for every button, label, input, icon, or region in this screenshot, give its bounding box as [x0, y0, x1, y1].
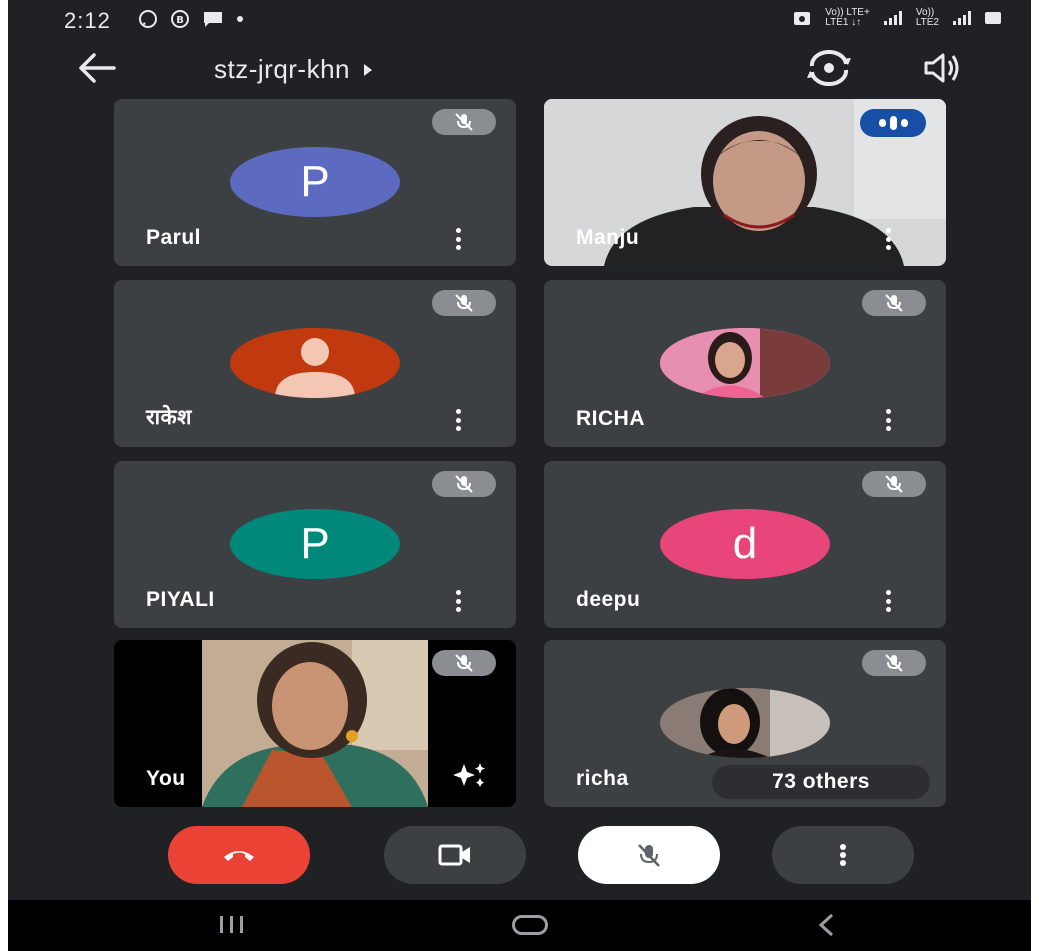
- mic-off-icon: [455, 294, 473, 312]
- participant-more-button[interactable]: [885, 590, 891, 612]
- mic-off-icon: [885, 294, 903, 312]
- microphone-toggle-button[interactable]: [578, 826, 720, 884]
- meeting-details-button[interactable]: stz-jrqr-khn: [214, 54, 373, 85]
- mic-off-icon: [455, 475, 473, 493]
- avatar: [230, 328, 400, 398]
- whatsapp-icon: [139, 10, 157, 28]
- participant-name: richa: [576, 767, 629, 790]
- participant-tile[interactable]: P Parul: [114, 99, 516, 266]
- self-video-tile[interactable]: You: [114, 640, 516, 807]
- mic-off-icon: [885, 475, 903, 493]
- avatar: P: [230, 147, 400, 217]
- more-options-button[interactable]: [772, 826, 914, 884]
- message-icon: [204, 12, 222, 27]
- profile-photo: [660, 328, 830, 398]
- meet-call-screen: 2:12 B Vo)) LTE+ LTE1 ↓↑ Vo)) LTE2 stz-j…: [8, 0, 1031, 951]
- status-system-icons: Vo)) LTE+ LTE1 ↓↑ Vo)) LTE2: [793, 8, 1001, 28]
- speaking-indicator: [860, 109, 926, 137]
- sim1-network-bottom: LTE1 ↓↑: [825, 17, 862, 28]
- end-call-button[interactable]: [168, 826, 310, 884]
- audio-output-button[interactable]: [922, 50, 962, 91]
- more-vert-icon: [840, 844, 846, 866]
- person-icon: [275, 338, 355, 398]
- mic-off-icon: [455, 113, 473, 131]
- system-navigation-bar: [8, 900, 1031, 951]
- self-video-image: [202, 640, 428, 807]
- self-video: [202, 640, 428, 807]
- participant-tile[interactable]: राकेश: [114, 280, 516, 447]
- arrow-left-icon: [79, 53, 116, 83]
- participant-more-button[interactable]: [455, 590, 461, 612]
- switch-camera-button[interactable]: [804, 50, 854, 91]
- participant-tile[interactable]: richa 73 others: [544, 640, 946, 807]
- avatar: d: [660, 509, 830, 579]
- sim2-network-label: Vo)) LTE2: [916, 8, 939, 28]
- caret-right-icon: [364, 63, 373, 76]
- avatar-initial: P: [300, 519, 330, 568]
- participant-name: PIYALI: [146, 588, 215, 611]
- status-notification-icons: B: [138, 9, 244, 29]
- participant-tile[interactable]: d deepu: [544, 461, 946, 628]
- visual-effects-button[interactable]: [452, 760, 488, 795]
- profile-photo-image: [660, 688, 830, 758]
- status-bar: 2:12 B Vo)) LTE+ LTE1 ↓↑ Vo)) LTE2: [8, 0, 1031, 40]
- participant-tile[interactable]: P PIYALI: [114, 461, 516, 628]
- participant-name: RICHA: [576, 407, 645, 430]
- switch-camera-icon: [807, 50, 851, 86]
- status-time: 2:12: [64, 8, 111, 33]
- participant-name: deepu: [576, 588, 641, 611]
- mic-off-icon: [638, 844, 660, 867]
- home-button[interactable]: [512, 915, 548, 935]
- image-notification-icon: [794, 12, 811, 25]
- mic-off-icon: [885, 654, 903, 672]
- sparkle-effects-icon: [453, 763, 485, 787]
- avatar-initial: d: [732, 519, 758, 568]
- avatar: P: [230, 509, 400, 579]
- participant-more-button[interactable]: [455, 228, 461, 250]
- speaker-icon: [924, 53, 959, 83]
- avatar-initial: P: [300, 157, 330, 206]
- b-app-icon: B: [171, 10, 189, 28]
- participant-name: You: [146, 767, 186, 790]
- sim1-signal-icon: [883, 11, 902, 25]
- dot-icon: [237, 16, 243, 22]
- muted-badge: [432, 650, 496, 676]
- muted-badge: [862, 290, 926, 316]
- camera-toggle-button[interactable]: [384, 826, 526, 884]
- muted-badge: [432, 471, 496, 497]
- profile-photo: [660, 688, 830, 758]
- participant-more-button[interactable]: [885, 228, 891, 250]
- system-back-button[interactable]: [816, 912, 836, 943]
- muted-badge: [862, 471, 926, 497]
- recent-apps-button[interactable]: [220, 916, 243, 933]
- others-count-button[interactable]: 73 others: [712, 765, 930, 799]
- chevron-left-icon: [818, 913, 834, 937]
- battery-icon: [985, 12, 1001, 24]
- sim1-network-label: Vo)) LTE+ LTE1 ↓↑: [825, 8, 870, 28]
- back-button[interactable]: [76, 50, 118, 91]
- participant-name: Parul: [146, 226, 202, 249]
- svg-text:B: B: [176, 15, 184, 26]
- participant-video-tile[interactable]: Manju: [544, 99, 946, 266]
- muted-badge: [862, 650, 926, 676]
- call-header: stz-jrqr-khn: [8, 44, 1031, 94]
- videocam-icon: [438, 844, 470, 866]
- muted-badge: [432, 109, 496, 135]
- muted-badge: [432, 290, 496, 316]
- meeting-code: stz-jrqr-khn: [214, 54, 351, 84]
- call-controls: [8, 826, 1031, 886]
- participant-name: Manju: [576, 226, 640, 249]
- call-end-icon: [224, 851, 254, 861]
- mic-off-icon: [455, 654, 473, 672]
- profile-photo-image: [660, 328, 830, 398]
- participant-more-button[interactable]: [455, 409, 461, 431]
- participant-name: राकेश: [146, 406, 192, 429]
- participant-more-button[interactable]: [885, 409, 891, 431]
- sim2-network-bottom: LTE2: [915, 17, 939, 28]
- sim2-signal-icon: [953, 11, 971, 25]
- participant-tile[interactable]: RICHA: [544, 280, 946, 447]
